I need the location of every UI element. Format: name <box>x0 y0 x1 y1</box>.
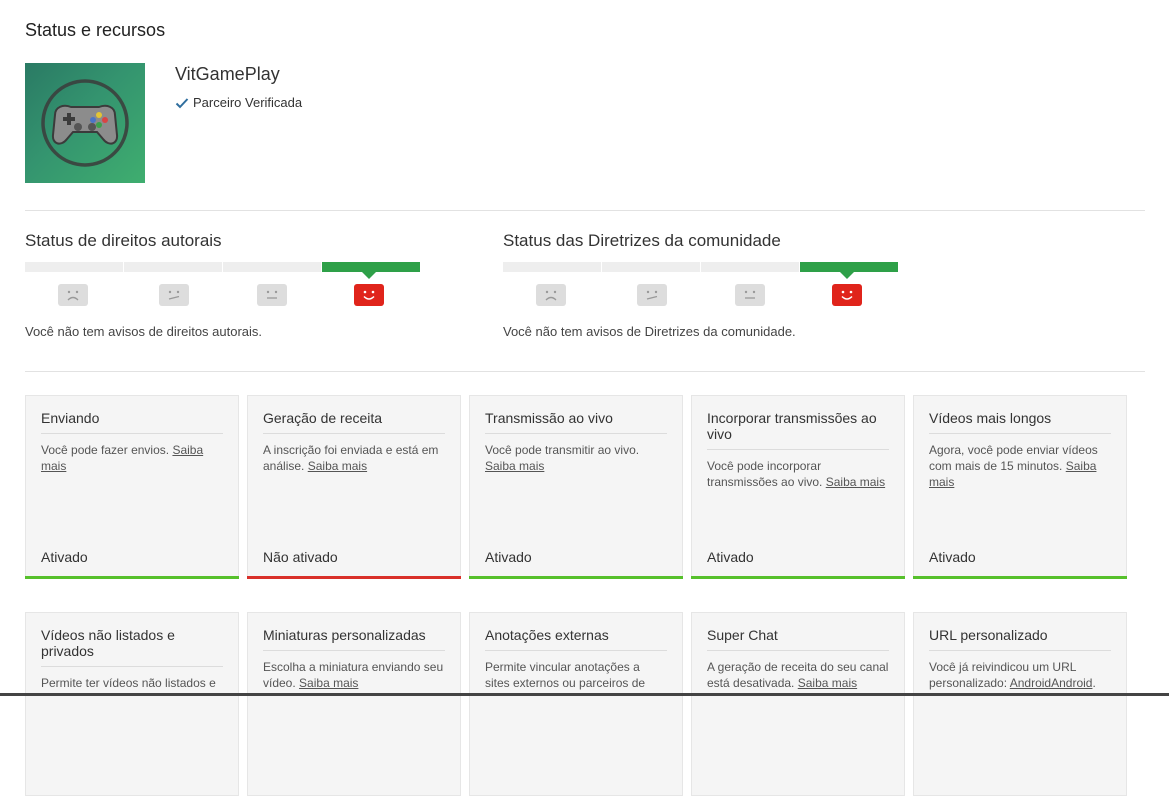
channel-name: VitGamePlay <box>175 64 280 84</box>
feature-title: Incorporar transmissões ao vivo <box>707 410 889 450</box>
feature-title: URL personalizado <box>929 627 1111 651</box>
feature-description: Você pode incorporar transmissões ao viv… <box>707 459 886 489</box>
feature-card-custom-url: URL personalizado Você já reivindicou um… <box>913 612 1127 796</box>
status-bar-enabled <box>913 576 1127 579</box>
learn-more-link[interactable]: Saiba mais <box>798 676 857 690</box>
feature-card-embed-live: Incorporar transmissões ao vivo Você pod… <box>691 395 905 579</box>
meter-segment-active <box>800 262 898 279</box>
feature-title: Enviando <box>41 410 223 434</box>
copyright-status: Status de direitos autorais Você não tem… <box>25 231 425 339</box>
meter-segment <box>701 262 799 272</box>
status-bar-enabled <box>469 576 683 579</box>
feature-description: Você pode fazer envios. Saiba mais <box>41 443 204 473</box>
channel-avatar[interactable] <box>25 63 145 183</box>
status-bar-disabled <box>247 576 461 579</box>
community-strike-meter <box>503 262 899 306</box>
partner-verified-badge: Parceiro Verificada <box>175 95 302 110</box>
feature-title: Vídeos mais longos <box>929 410 1111 434</box>
copyright-strike-meter <box>25 262 421 306</box>
feature-description: Você pode transmitir ao vivo. Saiba mais <box>485 443 640 473</box>
sad-face-icon <box>58 284 88 306</box>
feature-description: A geração de receita do seu canal está d… <box>707 660 889 690</box>
meter-segment <box>124 262 222 272</box>
learn-more-link[interactable]: Saiba mais <box>826 475 885 489</box>
feature-card-uploading: Enviando Você pode fazer envios. Saiba m… <box>25 395 239 579</box>
meter-segment <box>602 262 700 272</box>
feature-description: Agora, você pode enviar vídeos com mais … <box>929 443 1098 489</box>
feature-description: A inscrição foi enviada e está em anális… <box>263 443 439 473</box>
feature-status: Ativado <box>929 549 976 565</box>
divider <box>25 210 1145 211</box>
community-status-title: Status das Diretrizes da comunidade <box>503 231 781 250</box>
feature-status: Ativado <box>707 549 754 565</box>
copyright-status-message: Você não tem avisos de direitos autorais… <box>25 324 263 339</box>
meter-segment <box>223 262 321 272</box>
learn-more-link[interactable]: Saiba mais <box>308 459 367 473</box>
partner-label: Parceiro Verificada <box>193 95 303 110</box>
feature-card-live-streaming: Transmissão ao vivo Você pode transmitir… <box>469 395 683 579</box>
feature-description: Escolha a miniatura enviando seu vídeo. … <box>263 660 444 690</box>
feature-title: Vídeos não listados e privados <box>41 627 223 667</box>
skeptical-face-icon <box>159 284 189 306</box>
neutral-face-icon <box>257 284 287 306</box>
status-features-page: Status e recursos VitGamePlay Parceiro V… <box>0 0 1169 796</box>
page-title: Status e recursos <box>25 20 166 40</box>
meter-segment <box>25 262 123 272</box>
happy-face-icon <box>354 284 384 306</box>
feature-card-custom-thumbnails: Miniaturas personalizadas Escolha a mini… <box>247 612 461 796</box>
community-status: Status das Diretrizes da comunidade Você… <box>503 231 903 339</box>
feature-description: Permite ter vídeos não listados e <box>41 676 216 690</box>
feature-status: Não ativado <box>263 549 338 565</box>
sad-face-icon <box>536 284 566 306</box>
feature-card-longer-videos: Vídeos mais longos Agora, você pode envi… <box>913 395 1127 579</box>
feature-card-super-chat: Super Chat A geração de receita do seu c… <box>691 612 905 796</box>
feature-status: Ativado <box>41 549 88 565</box>
skeptical-face-icon <box>637 284 667 306</box>
neutral-face-icon <box>735 284 765 306</box>
meter-segment-active <box>322 262 420 279</box>
status-bar-enabled <box>691 576 905 579</box>
feature-title: Anotações externas <box>485 627 667 651</box>
learn-more-link[interactable]: Saiba mais <box>299 676 358 690</box>
feature-title: Miniaturas personalizadas <box>263 627 445 651</box>
custom-url-link[interactable]: AndroidAndroid <box>1010 676 1093 690</box>
check-icon <box>175 97 189 108</box>
divider <box>25 371 1145 372</box>
meter-segment <box>503 262 601 272</box>
feature-status: Ativado <box>485 549 532 565</box>
feature-card-monetization: Geração de receita A inscrição foi envia… <box>247 395 461 579</box>
copyright-status-title: Status de direitos autorais <box>25 231 222 250</box>
feature-card-unlisted-private: Vídeos não listados e privados Permite t… <box>25 612 239 796</box>
feature-card-external-annotations: Anotações externas Permite vincular anot… <box>469 612 683 796</box>
learn-more-link[interactable]: Saiba mais <box>485 459 544 473</box>
feature-title: Super Chat <box>707 627 889 651</box>
happy-face-icon <box>832 284 862 306</box>
feature-title: Geração de receita <box>263 410 445 434</box>
feature-description: Você já reivindicou um URL personalizado… <box>929 660 1096 690</box>
community-status-message: Você não tem avisos de Diretrizes da com… <box>503 324 796 339</box>
status-bar-enabled <box>25 576 239 579</box>
gamepad-icon <box>41 79 129 167</box>
feature-title: Transmissão ao vivo <box>485 410 667 434</box>
feature-description: Permite vincular anotações a sites exter… <box>485 660 646 690</box>
